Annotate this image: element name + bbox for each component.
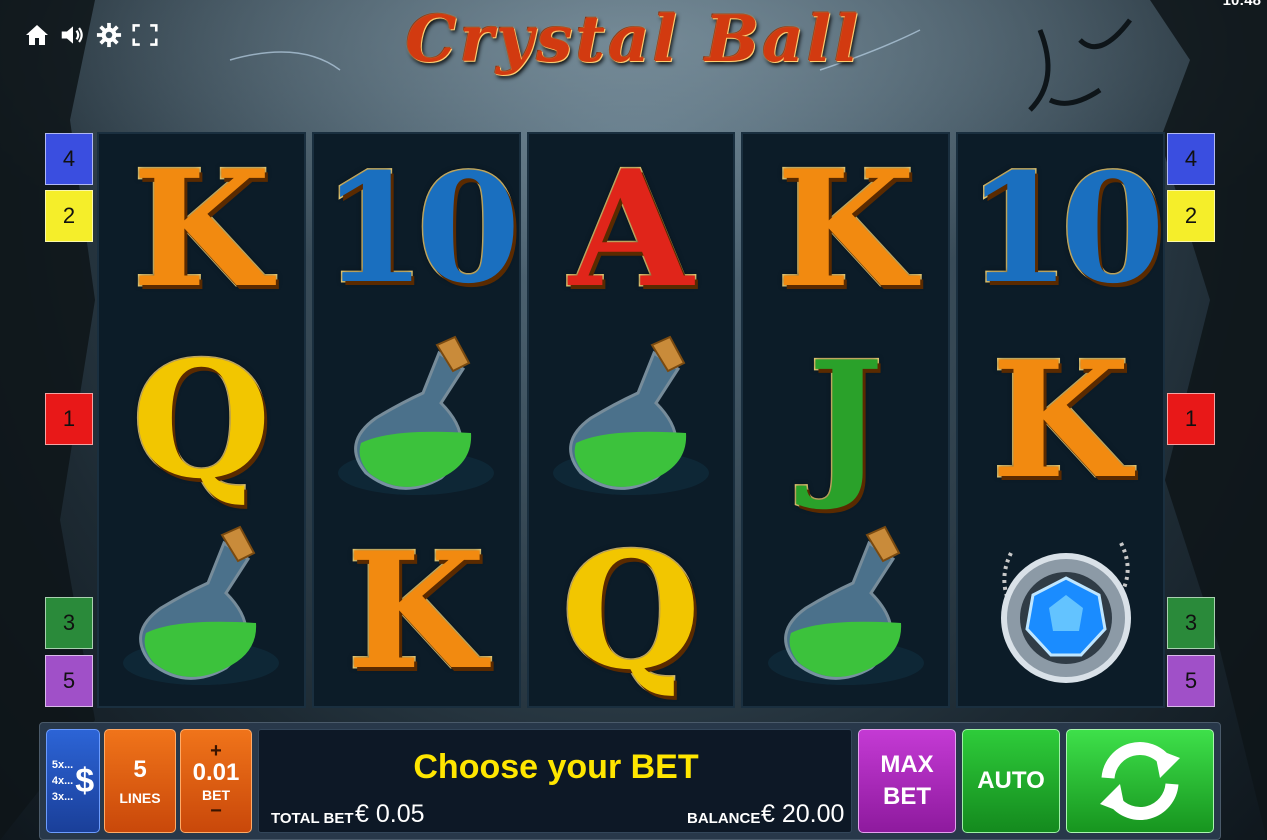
symbol-10: 10 (320, 141, 522, 318)
reel-cell: K (743, 134, 948, 325)
status-message: Choose your BET (413, 748, 699, 786)
balance-label: BALANCE (687, 810, 761, 827)
reel-cell: 10 (958, 134, 1167, 325)
reel-cell (743, 515, 948, 706)
reel-cell (314, 325, 519, 516)
reels-area: K Q 10 K A Q K J 10 K (97, 132, 1167, 708)
symbol-k: K (130, 135, 272, 324)
symbol-q: Q (560, 516, 702, 705)
reel-cell (529, 325, 734, 516)
line-marker-left-3[interactable]: 3 (45, 597, 93, 649)
symbol-10: 10 (965, 141, 1167, 318)
balance-value: € 20.00 (761, 800, 845, 828)
reel-4: KJ (741, 132, 951, 708)
lines-label: LINES (119, 790, 161, 806)
control-bar: 5x... 4x... 3x... $ 5 LINES + 0.01 BET −… (39, 722, 1221, 840)
reel-5: 10 K (956, 132, 1167, 708)
symbol-j: J (806, 326, 885, 514)
autoplay-button[interactable]: AUTO (962, 729, 1060, 833)
reel-cell: Q (99, 325, 304, 516)
paytable-row: 3x... (51, 791, 74, 803)
line-marker-left-4[interactable]: 4 (45, 133, 93, 185)
potion-icon (331, 333, 501, 508)
dollar-icon: $ (75, 761, 95, 800)
reel-cell: K (958, 325, 1163, 516)
max-bet-button[interactable]: MAX BET (858, 729, 956, 833)
reel-cell (99, 515, 304, 706)
reel-1: KQ (97, 132, 306, 708)
game-title: Crystal Ball (405, 2, 862, 77)
line-marker-right-1[interactable]: 1 (1167, 393, 1215, 445)
reel-cell: A (529, 134, 734, 325)
paytable-row: 5x... (51, 759, 74, 771)
line-marker-right-3[interactable]: 3 (1167, 597, 1215, 649)
line-marker-left-1[interactable]: 1 (45, 393, 93, 445)
max-bet-line2: BET (883, 783, 931, 810)
info-panel: Choose your BET TOTAL BET € 0.05 BALANCE… (258, 729, 852, 833)
line-marker-right-4[interactable]: 4 (1167, 133, 1215, 185)
reel-cell (958, 515, 1163, 706)
amulet-icon (971, 523, 1151, 698)
reel-cell: K (99, 134, 304, 325)
potion-icon (546, 333, 716, 508)
symbol-k: K (990, 326, 1132, 514)
paytable-row: 4x... (51, 775, 74, 787)
symbol-a: A (567, 135, 694, 324)
symbol-k: K (345, 516, 487, 705)
potion-icon (761, 523, 931, 698)
lines-value: 5 (133, 756, 147, 783)
spin-button[interactable] (1066, 729, 1214, 833)
bet-minus-button[interactable]: − (210, 801, 222, 821)
spin-arrows-icon (1100, 742, 1180, 820)
reel-cell: Q (529, 515, 734, 706)
symbol-k: K (775, 135, 917, 324)
bet-value: 0.01 (192, 759, 240, 786)
bet-plus-button[interactable]: + (210, 741, 222, 761)
reel-cell: K (314, 515, 519, 706)
line-marker-left-5[interactable]: 5 (45, 655, 93, 707)
total-bet-label: TOTAL BET (271, 810, 354, 827)
reel-2: 10 K (311, 132, 522, 708)
potion-icon (116, 523, 286, 698)
total-bet-value: € 0.05 (355, 800, 425, 828)
lines-button[interactable]: 5 LINES (104, 729, 176, 833)
reel-3: AQ (526, 132, 736, 708)
symbol-q: Q (130, 326, 272, 514)
line-marker-left-2[interactable]: 2 (45, 190, 93, 242)
line-marker-right-5[interactable]: 5 (1167, 655, 1215, 707)
line-marker-right-2[interactable]: 2 (1167, 190, 1215, 242)
paytable-button[interactable]: 5x... 4x... 3x... $ (46, 729, 100, 833)
bet-button[interactable]: + 0.01 BET − (180, 729, 252, 833)
max-bet-line1: MAX (880, 751, 934, 778)
reel-cell: J (743, 325, 948, 516)
reel-cell: 10 (314, 134, 522, 325)
